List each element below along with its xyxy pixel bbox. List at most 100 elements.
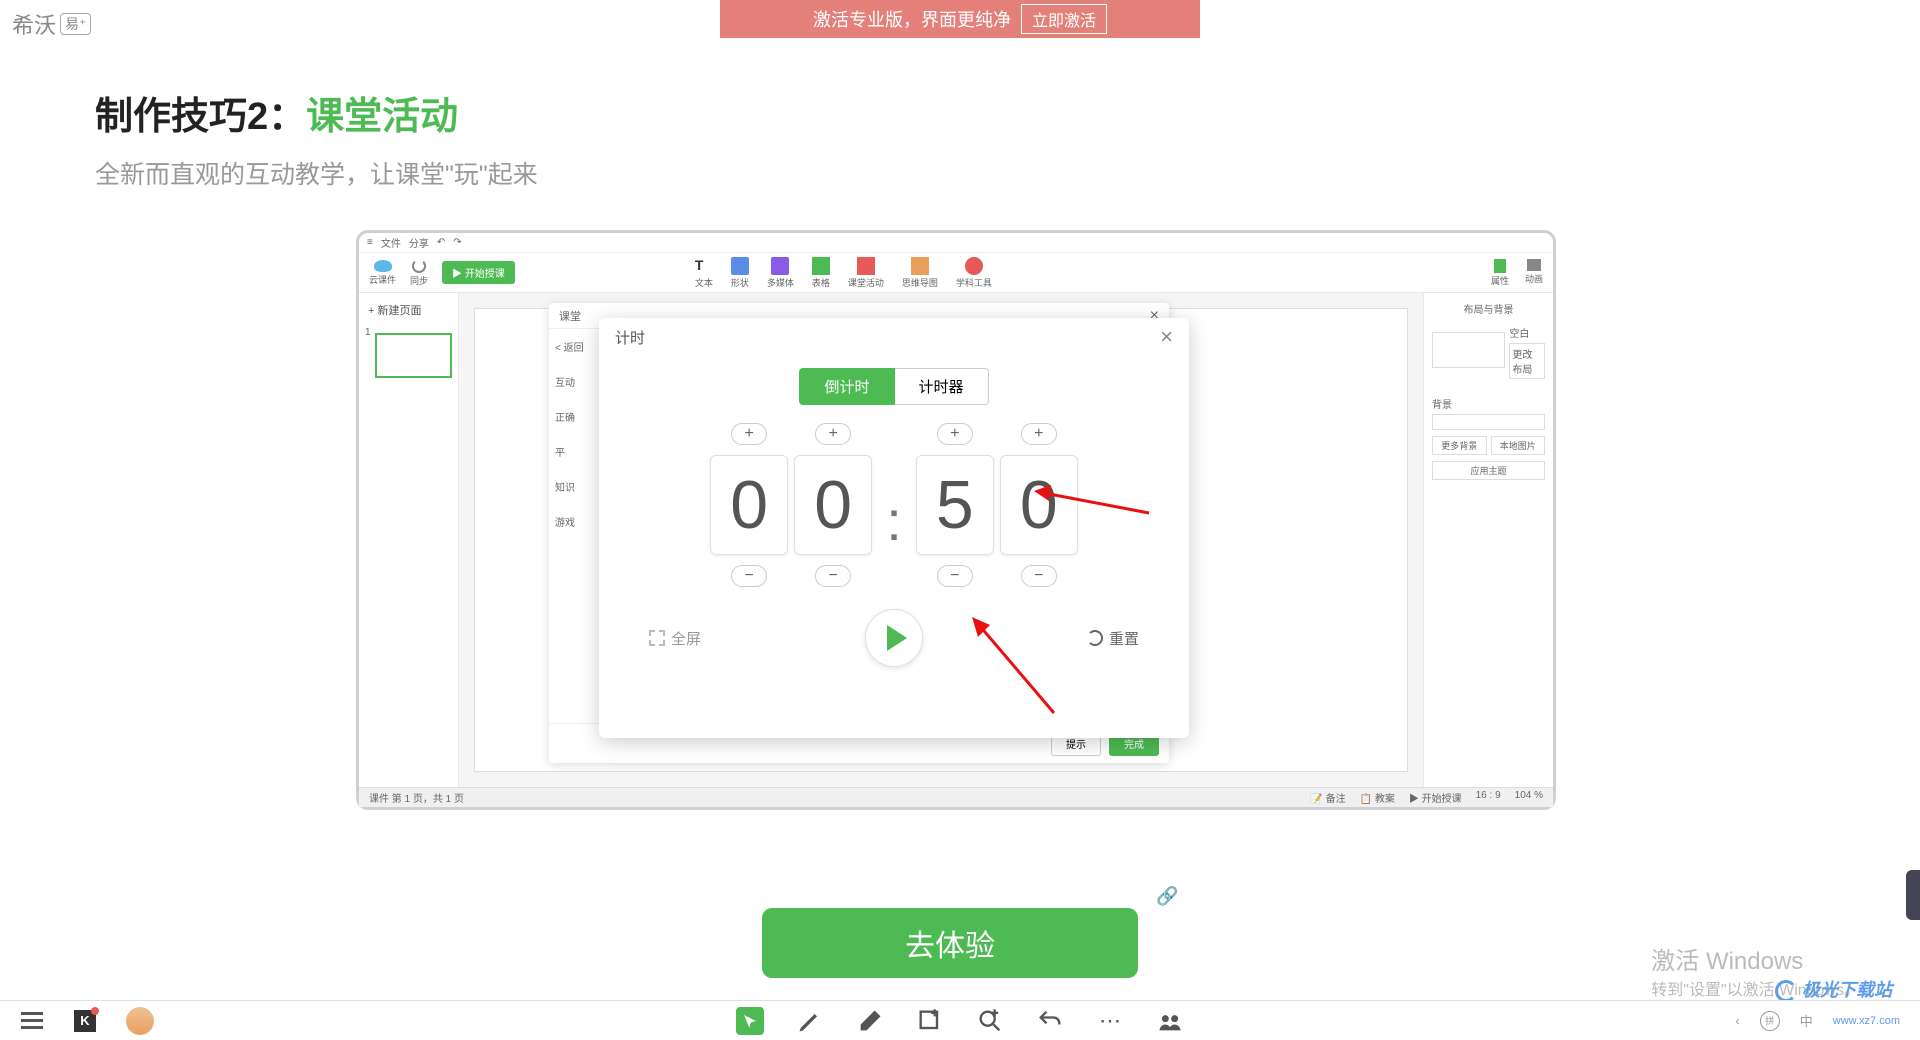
- activity-tool[interactable]: 课堂活动: [848, 257, 884, 289]
- ime-mode[interactable]: 中: [1800, 1011, 1813, 1030]
- timer-tabs: 倒计时 计时器: [599, 368, 1189, 405]
- add-tool[interactable]: [916, 1007, 944, 1035]
- digit-3: 5: [916, 455, 994, 555]
- digit1-minus-button[interactable]: −: [731, 565, 767, 587]
- pen-tool[interactable]: [796, 1007, 824, 1035]
- media-tool[interactable]: 多媒体: [767, 257, 794, 289]
- digit-2: 0: [794, 455, 872, 555]
- start-teach-status[interactable]: ▶ 开始授课: [1409, 790, 1462, 805]
- new-slide-button[interactable]: + 新建页面: [365, 299, 452, 321]
- side-correct[interactable]: 正确: [555, 409, 602, 424]
- page-indicator: 课件 第 1 页，共 1 页: [369, 790, 464, 805]
- activation-banner: 激活专业版，界面更纯净 立即激活: [720, 0, 1200, 38]
- mindmap-icon: [911, 257, 929, 275]
- back-button[interactable]: < 返回: [555, 339, 602, 354]
- share-menu[interactable]: 分享: [409, 235, 429, 250]
- remark-button[interactable]: 📝 备注: [1310, 790, 1345, 805]
- menu-icon[interactable]: ≡: [367, 237, 373, 248]
- more-bg-button[interactable]: 更多背景: [1432, 436, 1487, 455]
- undo-icon[interactable]: ↶: [437, 237, 445, 248]
- timer-play-button[interactable]: [865, 609, 923, 667]
- slide-panel: + 新建页面 1: [359, 293, 459, 787]
- site-label: www.xz7.com: [1833, 1015, 1900, 1027]
- app-toolbar: 云课件 同步 ▶ 开始授课 T文本 形状 多媒体 表格 课堂活动 思维导图 学科…: [359, 253, 1553, 293]
- avatar-button[interactable]: [126, 1007, 154, 1035]
- fullscreen-button[interactable]: 全屏: [649, 628, 701, 649]
- digit-4: 0: [1000, 455, 1078, 555]
- teach-plan-button[interactable]: 📋 教案: [1360, 790, 1395, 805]
- properties-icon: [1494, 259, 1506, 273]
- eraser-tool[interactable]: [856, 1007, 884, 1035]
- local-image-button[interactable]: 本地图片: [1491, 436, 1546, 455]
- activity-icon: [857, 257, 875, 275]
- text-icon: T: [695, 257, 713, 275]
- redo-icon[interactable]: ↷: [453, 237, 461, 248]
- activate-now-button[interactable]: 立即激活: [1021, 4, 1107, 34]
- timer-close-button[interactable]: ×: [1160, 324, 1173, 350]
- side-tab[interactable]: [1906, 870, 1920, 920]
- app-screenshot: ≡ 文件 分享 ↶ ↷ 云课件 同步 ▶ 开始授课 T文本 形状 多媒体 表格 …: [356, 230, 1556, 810]
- digit2-minus-button[interactable]: −: [815, 565, 851, 587]
- zoom-level[interactable]: 104 %: [1515, 790, 1543, 805]
- title-highlight: 课堂活动: [306, 96, 458, 138]
- sync-icon: [412, 259, 426, 273]
- pointer-tool[interactable]: [736, 1007, 764, 1035]
- shape-tool[interactable]: 形状: [731, 257, 749, 289]
- link-icon[interactable]: 🔗: [1156, 886, 1178, 907]
- watermark-icon: [1775, 980, 1797, 1002]
- more-layout-button[interactable]: 更改布局: [1509, 343, 1545, 379]
- timer-dialog: 计时 × 倒计时 计时器 + 0 − +: [599, 318, 1189, 738]
- shape-icon: [731, 257, 749, 275]
- aspect-ratio[interactable]: 16 : 9: [1476, 790, 1501, 805]
- bottom-toolbar: K ⋯ ‹ 拼 中 www.xz7.com: [0, 1000, 1920, 1040]
- cloud-courseware-button[interactable]: 云课件: [369, 260, 396, 286]
- start-teaching-button[interactable]: ▶ 开始授课: [442, 261, 515, 284]
- slide-thumbnail[interactable]: [375, 333, 452, 378]
- properties-button[interactable]: 属性: [1491, 259, 1509, 287]
- mindmap-tool[interactable]: 思维导图: [902, 257, 938, 289]
- digit4-minus-button[interactable]: −: [1021, 565, 1057, 587]
- timer-display: + 0 − + 0 − : + 5: [599, 423, 1189, 587]
- k-badge-button[interactable]: K: [74, 1010, 96, 1032]
- tab-stopwatch[interactable]: 计时器: [895, 368, 989, 405]
- layout-preview[interactable]: [1432, 332, 1505, 368]
- cloud-icon: [374, 260, 392, 272]
- digit4-plus-button[interactable]: +: [1021, 423, 1057, 445]
- side-knowledge[interactable]: 知识: [555, 479, 602, 494]
- digit2-plus-button[interactable]: +: [815, 423, 851, 445]
- more-tool[interactable]: ⋯: [1096, 1007, 1124, 1035]
- search-tool[interactable]: [976, 1007, 1004, 1035]
- props-title: 布局与背景: [1432, 301, 1545, 316]
- animation-icon: [1527, 259, 1541, 271]
- timer-reset-button[interactable]: 重置: [1087, 628, 1139, 649]
- media-icon: [771, 257, 789, 275]
- fullscreen-icon: [649, 630, 665, 646]
- table-tool[interactable]: 表格: [812, 257, 830, 289]
- download-watermark: 极光下载站: [1775, 976, 1892, 1002]
- status-bar: 课件 第 1 页，共 1 页 📝 备注 📋 教案 ▶ 开始授课 16 : 9 1…: [359, 787, 1553, 807]
- digit-1: 0: [710, 455, 788, 555]
- apply-theme-button[interactable]: 应用主题: [1432, 461, 1545, 480]
- bg-color-picker[interactable]: [1432, 414, 1545, 430]
- activity-dialog-title: 课堂: [559, 308, 581, 324]
- subject-tool[interactable]: 学科工具: [956, 257, 992, 289]
- sync-button[interactable]: 同步: [410, 259, 428, 287]
- side-game[interactable]: 游戏: [555, 514, 602, 529]
- digit1-plus-button[interactable]: +: [731, 423, 767, 445]
- subject-icon: [965, 257, 983, 275]
- digit3-plus-button[interactable]: +: [937, 423, 973, 445]
- try-it-button[interactable]: 去体验: [762, 908, 1138, 978]
- activate-line1: 激活 Windows: [1651, 941, 1860, 976]
- menu-button[interactable]: [20, 1009, 44, 1033]
- tab-countdown[interactable]: 倒计时: [799, 368, 894, 405]
- slide-number: 1: [365, 327, 371, 338]
- undo-tool[interactable]: [1036, 1007, 1064, 1035]
- group-tool[interactable]: [1156, 1007, 1184, 1035]
- digit3-minus-button[interactable]: −: [937, 565, 973, 587]
- nav-prev-button[interactable]: ‹: [1735, 1013, 1739, 1028]
- ime-indicator[interactable]: 拼: [1760, 1011, 1780, 1031]
- text-tool[interactable]: T文本: [695, 257, 713, 289]
- animation-button[interactable]: 动画: [1525, 259, 1543, 287]
- file-menu[interactable]: 文件: [381, 235, 401, 250]
- side-interact[interactable]: 互动: [555, 374, 602, 389]
